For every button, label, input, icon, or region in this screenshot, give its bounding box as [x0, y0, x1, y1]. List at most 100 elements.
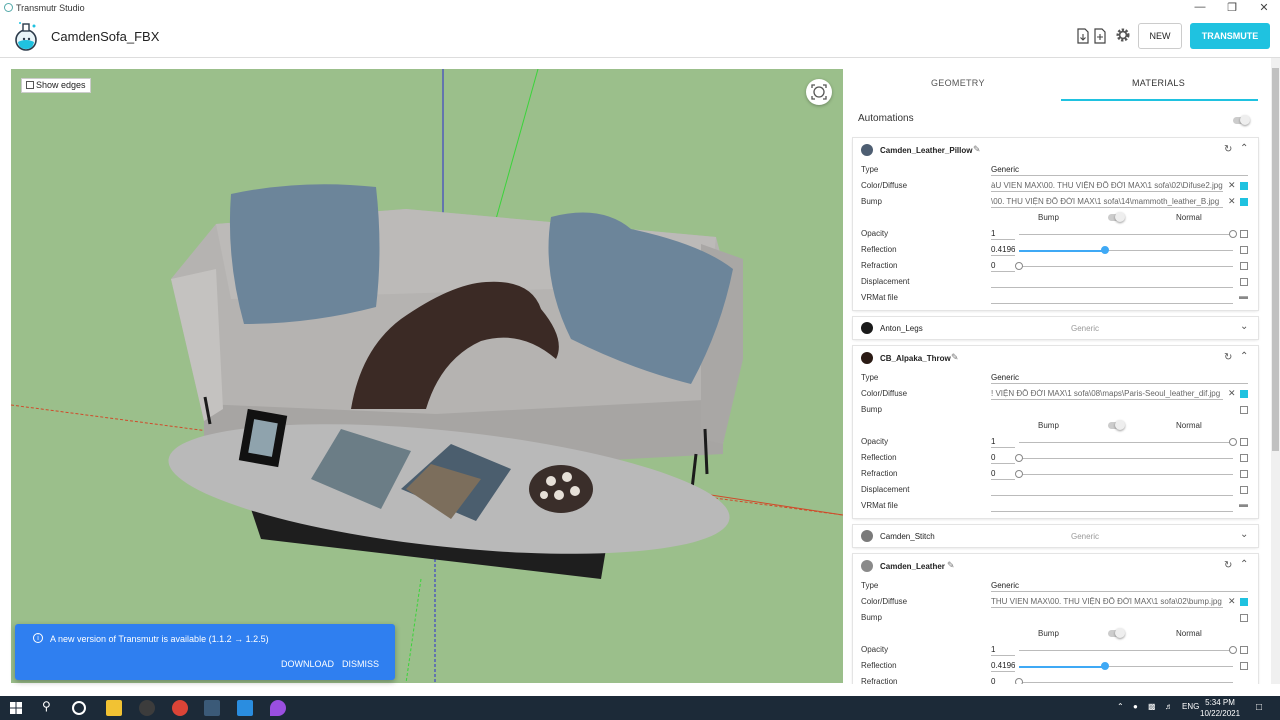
slider-thumb[interactable]: [1101, 662, 1109, 670]
texture-map-icon[interactable]: [1240, 646, 1248, 654]
minimize-icon[interactable]: —: [1190, 1, 1210, 13]
notifications-icon[interactable]: □: [1256, 702, 1262, 713]
vrmat-file-input[interactable]: [991, 501, 1233, 512]
material-swatch[interactable]: [861, 322, 873, 334]
transmutr-taskbar-icon[interactable]: [204, 700, 220, 716]
material-swatch[interactable]: [861, 530, 873, 542]
clear-texture-icon[interactable]: ✕: [1228, 180, 1236, 191]
opacity-input[interactable]: 1: [991, 437, 1015, 448]
refraction-input[interactable]: 0: [991, 677, 1015, 684]
type-select[interactable]: Generic: [991, 165, 1248, 176]
slider-thumb[interactable]: [1015, 454, 1023, 462]
edit-pencil-icon[interactable]: ✎: [951, 352, 959, 363]
texture-map-icon[interactable]: [1240, 390, 1248, 398]
clear-texture-icon[interactable]: ✕: [1228, 388, 1236, 399]
bump-normal-toggle[interactable]: [1108, 212, 1125, 222]
reset-icon[interactable]: ↻: [1224, 352, 1232, 363]
material-swatch[interactable]: [861, 352, 873, 364]
import-file-icon[interactable]: [1076, 28, 1090, 44]
bump-normal-toggle[interactable]: [1108, 628, 1125, 638]
texture-map-icon[interactable]: [1240, 470, 1248, 478]
texture-map-icon[interactable]: [1240, 438, 1248, 446]
edit-pencil-icon[interactable]: ✎: [973, 144, 981, 155]
vrmat-file-input[interactable]: [991, 293, 1233, 304]
material-card[interactable]: Anton_Legs Generic ⌄: [853, 317, 1258, 339]
type-select[interactable]: Generic: [991, 581, 1248, 592]
color-diffuse-path[interactable]: ! VIỆN ĐỒ ĐỜI MAX\1 sofa\08\maps\Paris-S…: [991, 389, 1223, 400]
reflection-input[interactable]: 0.4196: [991, 245, 1015, 256]
download-button[interactable]: DOWNLOAD: [281, 659, 334, 669]
photos-icon[interactable]: [237, 700, 253, 716]
3d-viewport[interactable]: Show edges: [11, 69, 843, 683]
displacement-input[interactable]: [991, 277, 1233, 288]
expand-chevron-icon[interactable]: ⌄: [1240, 321, 1248, 332]
texture-map-icon[interactable]: [1240, 278, 1248, 286]
reflection-slider[interactable]: [1019, 246, 1233, 254]
transmute-button[interactable]: TRANSMUTE: [1190, 23, 1270, 49]
opacity-slider[interactable]: [1019, 438, 1237, 446]
folder-icon[interactable]: ▬: [1239, 291, 1248, 301]
texture-map-icon[interactable]: [1240, 262, 1248, 270]
network-icon[interactable]: ▩: [1148, 702, 1156, 711]
reflection-input[interactable]: 0.4196: [991, 661, 1015, 672]
texture-map-icon[interactable]: [1240, 198, 1248, 206]
reflection-slider[interactable]: [1019, 662, 1233, 670]
settings-gear-icon[interactable]: [1115, 27, 1131, 43]
edit-pencil-icon[interactable]: ✎: [947, 560, 955, 571]
chrome-icon[interactable]: [172, 700, 188, 716]
tab-geometry[interactable]: GEOMETRY: [931, 78, 985, 88]
material-swatch[interactable]: [861, 144, 873, 156]
opacity-slider[interactable]: [1019, 646, 1237, 654]
slider-thumb[interactable]: [1015, 262, 1023, 270]
system-clock[interactable]: 5:34 PM 10/22/2021: [1200, 697, 1240, 719]
expand-chevron-icon[interactable]: ⌄: [1240, 529, 1248, 540]
clear-texture-icon[interactable]: ✕: [1228, 196, 1236, 207]
texture-map-icon[interactable]: [1240, 246, 1248, 254]
texture-map-icon[interactable]: [1240, 486, 1248, 494]
collapse-chevron-icon[interactable]: ⌃: [1240, 143, 1248, 154]
color-diffuse-path[interactable]: àU VIEN MAX\00. THU VIỆN ĐỒ ĐỜI MAX\1 so…: [991, 181, 1223, 192]
texture-map-icon[interactable]: [1240, 230, 1248, 238]
reflection-slider[interactable]: [1015, 454, 1233, 462]
refraction-slider[interactable]: [1015, 470, 1233, 478]
texture-map-icon[interactable]: [1240, 182, 1248, 190]
export-file-icon[interactable]: [1093, 28, 1107, 44]
folder-icon[interactable]: ▬: [1239, 499, 1248, 509]
restore-icon[interactable]: ❐: [1222, 1, 1242, 14]
texture-map-icon[interactable]: [1240, 406, 1248, 414]
scrollbar-thumb[interactable]: [1272, 68, 1279, 451]
material-swatch[interactable]: [861, 560, 873, 572]
close-icon[interactable]: ✕: [1254, 1, 1274, 14]
cortana-icon[interactable]: [72, 701, 86, 715]
show-edges-checkbox[interactable]: Show edges: [21, 78, 91, 93]
reset-icon[interactable]: ↻: [1224, 560, 1232, 571]
volume-icon[interactable]: ♬: [1165, 702, 1173, 711]
refraction-input[interactable]: 0: [991, 261, 1015, 272]
reflection-input[interactable]: 0: [991, 453, 1015, 464]
type-select[interactable]: Generic: [991, 373, 1248, 384]
bump-normal-toggle[interactable]: [1108, 420, 1125, 430]
show-hidden-icons-icon[interactable]: ⌃: [1117, 702, 1124, 711]
dismiss-button[interactable]: DISMISS: [342, 659, 379, 669]
texture-map-icon[interactable]: [1240, 598, 1248, 606]
bump-path[interactable]: \00. THU VIỆN ĐỒ ĐỜI MAX\1 sofa\14\mammo…: [991, 197, 1223, 208]
file-explorer-icon[interactable]: [106, 700, 122, 716]
checkbox-icon[interactable]: [26, 81, 34, 89]
scene-render[interactable]: [11, 69, 843, 683]
slider-thumb[interactable]: [1229, 230, 1237, 238]
material-card[interactable]: Camden_Stitch Generic ⌄: [853, 525, 1258, 547]
obs-icon[interactable]: [139, 700, 155, 716]
search-icon[interactable]: ⚲: [42, 699, 51, 713]
language-indicator[interactable]: ENG: [1182, 702, 1199, 711]
opacity-input[interactable]: 1: [991, 229, 1015, 240]
slider-thumb[interactable]: [1229, 438, 1237, 446]
slider-thumb[interactable]: [1229, 646, 1237, 654]
collapse-chevron-icon[interactable]: ⌃: [1240, 559, 1248, 570]
windows-start-icon[interactable]: [10, 702, 22, 714]
automations-toggle[interactable]: [1233, 115, 1250, 125]
displacement-input[interactable]: [991, 485, 1233, 496]
texture-map-icon[interactable]: [1240, 454, 1248, 462]
slider-thumb[interactable]: [1015, 678, 1023, 684]
clear-texture-icon[interactable]: ✕: [1228, 596, 1236, 607]
panel-scrollbar[interactable]: [1271, 58, 1280, 684]
